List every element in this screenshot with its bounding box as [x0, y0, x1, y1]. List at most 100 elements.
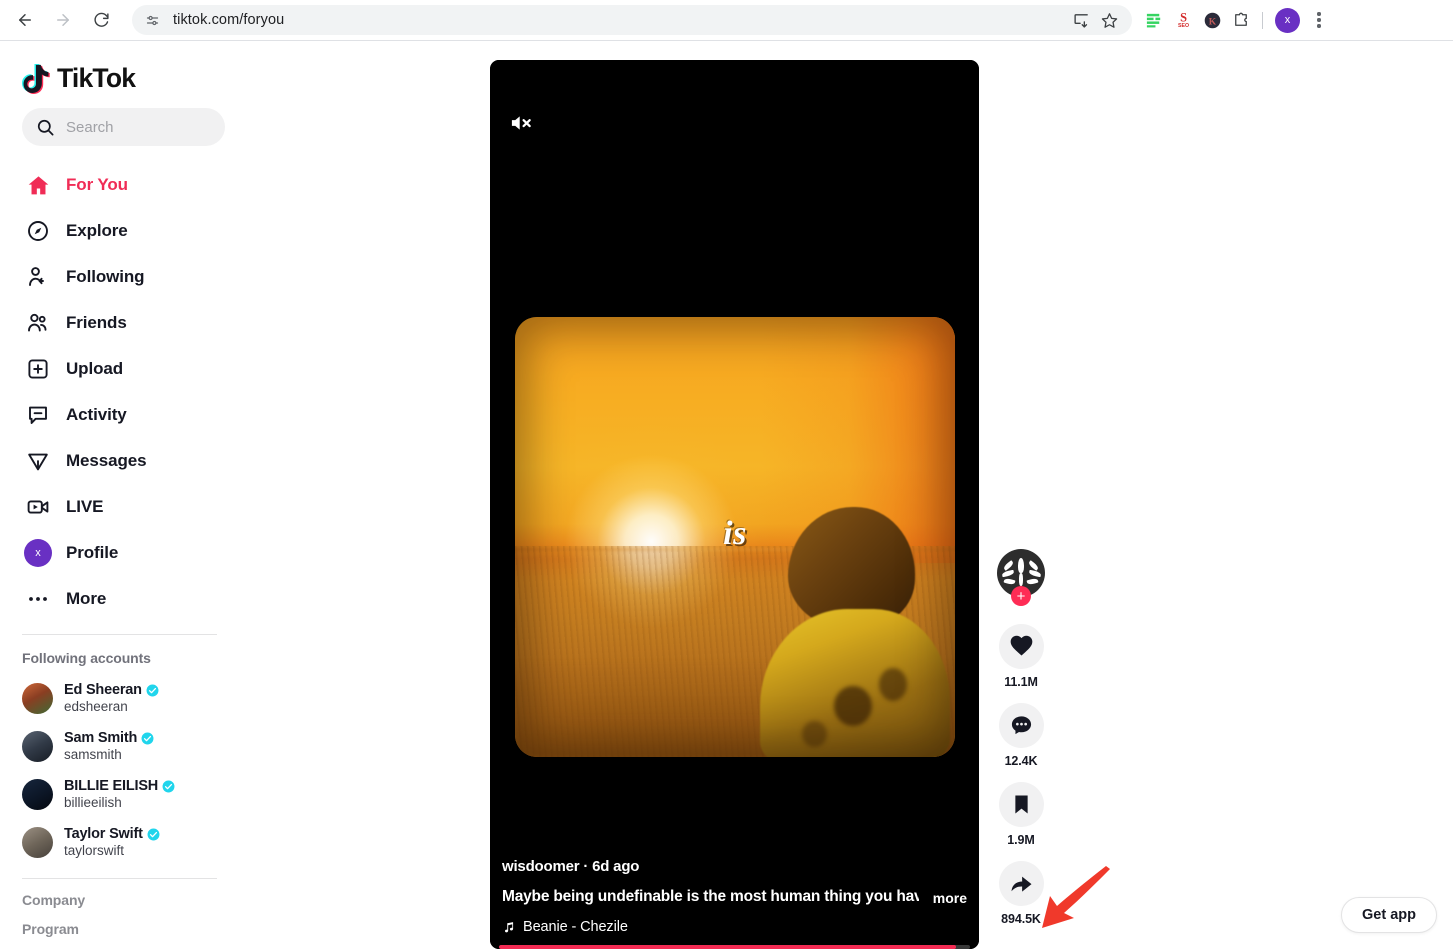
list-item[interactable]: Sam Smith samsmith	[22, 722, 240, 770]
sidebar-item-activity[interactable]: Activity	[22, 392, 240, 438]
following-accounts-list: Ed Sheeran edsheeran Sam Smith samsmith …	[22, 674, 240, 866]
svg-text:SEO: SEO	[1177, 23, 1188, 29]
compass-icon	[22, 215, 54, 247]
grammarly-extension-icon[interactable]	[1140, 6, 1168, 34]
share-count: 894.5K	[1001, 912, 1041, 926]
like-count: 11.1M	[1004, 675, 1038, 689]
bookmark-star-button[interactable]	[1096, 7, 1122, 33]
sidebar-item-explore[interactable]: Explore	[22, 208, 240, 254]
list-item[interactable]: BILLIE EILISH billieeilish	[22, 770, 240, 818]
video-music-row[interactable]: Beanie - Chezile	[502, 919, 967, 935]
live-video-icon	[22, 491, 54, 523]
sidebar-item-following[interactable]: Following	[22, 254, 240, 300]
verified-badge-icon	[147, 828, 160, 840]
sidebar-label: Profile	[66, 543, 119, 562]
tiktok-note-icon	[22, 63, 50, 94]
activity-icon	[22, 399, 54, 431]
profile-avatar: x	[24, 539, 52, 567]
music-note-icon	[504, 922, 514, 933]
install-app-button[interactable]	[1068, 7, 1094, 33]
search-box[interactable]	[22, 108, 225, 146]
comment-icon	[1011, 716, 1031, 735]
star-icon	[1101, 12, 1117, 28]
sidebar-item-friends[interactable]: Friends	[22, 300, 240, 346]
list-item[interactable]: Ed Sheeran edsheeran	[22, 674, 240, 722]
following-accounts-title: Following accounts	[22, 650, 151, 666]
get-app-button[interactable]: Get app	[1341, 897, 1437, 933]
share-button[interactable]: 894.5K	[998, 861, 1044, 926]
account-name: BILLIE EILISH	[64, 778, 175, 794]
install-app-icon	[1073, 13, 1088, 28]
verified-badge-icon	[141, 732, 154, 744]
address-bar[interactable]: tiktok.com/foryou	[132, 5, 1132, 35]
page-body: TikTok For You	[0, 41, 1453, 949]
chrome-menu-button[interactable]	[1306, 7, 1332, 33]
video-description-row: Maybe being undefinable is the most huma…	[502, 888, 967, 906]
sidebar-item-for-you[interactable]: For You	[22, 162, 240, 208]
sidebar-footer: Company Program	[22, 892, 240, 937]
sidebar-label: For You	[66, 175, 128, 194]
tiktok-logo[interactable]: TikTok	[22, 41, 240, 101]
sidebar-label: Following	[66, 267, 145, 286]
tune-icon[interactable]	[142, 10, 162, 30]
verified-badge-icon	[146, 684, 159, 696]
sidebar-label: Upload	[66, 359, 124, 378]
browser-toolbar: tiktok.com/foryou S SEO K x	[0, 0, 1453, 41]
sidebar-divider-2	[22, 878, 217, 879]
sidebar-item-profile[interactable]: x Profile	[22, 530, 240, 576]
author-avatar-button[interactable]: +	[997, 549, 1045, 606]
reload-button[interactable]	[86, 5, 116, 35]
mute-toggle-button[interactable]	[504, 106, 538, 140]
sidebar: TikTok For You	[0, 41, 240, 949]
back-button[interactable]	[10, 5, 40, 35]
sidebar-item-upload[interactable]: Upload	[22, 346, 240, 392]
kebab-menu-icon	[1317, 12, 1321, 28]
footer-link-company[interactable]: Company	[22, 892, 240, 908]
browser-profile-avatar[interactable]: x	[1275, 7, 1300, 33]
back-arrow-icon	[19, 14, 31, 26]
more-button[interactable]: more	[933, 890, 967, 906]
video-author[interactable]: wisdoomer · 6d ago	[502, 858, 967, 875]
account-name: Ed Sheeran	[64, 682, 159, 698]
video-info: wisdoomer · 6d ago Maybe being undefinab…	[490, 858, 979, 935]
comment-button[interactable]: 12.4K	[998, 703, 1044, 768]
reload-icon	[93, 12, 109, 27]
paper-plane-icon	[22, 445, 54, 477]
account-name: Sam Smith	[64, 730, 154, 746]
account-handle: taylorswift	[64, 843, 125, 858]
account-handle: billieeilish	[64, 795, 122, 810]
sidebar-item-more[interactable]: More	[22, 576, 240, 622]
bookmark-count: 1.9M	[1007, 833, 1035, 847]
search-input[interactable]	[66, 118, 206, 136]
video-player[interactable]: is wisdoomer · 6d ago Maybe being undefi…	[490, 60, 979, 949]
sidebar-divider	[22, 634, 217, 635]
speaker-muted-icon	[511, 116, 531, 130]
avatar	[22, 778, 53, 810]
forward-button[interactable]	[48, 5, 78, 35]
tiktok-wordmark: TikTok	[57, 62, 136, 93]
share-icon	[1011, 876, 1031, 892]
list-item[interactable]: Taylor Swift taylorswift	[22, 818, 240, 866]
forward-arrow-icon	[57, 14, 69, 26]
sidebar-label: Activity	[66, 405, 127, 424]
url-text: tiktok.com/foryou	[173, 12, 285, 28]
verified-badge-icon	[162, 780, 175, 792]
avatar	[22, 826, 53, 858]
upload-plus-icon	[22, 353, 54, 385]
sidebar-item-messages[interactable]: Messages	[22, 438, 240, 484]
like-button[interactable]: 11.1M	[998, 624, 1044, 689]
video-progress-bar[interactable]	[499, 945, 970, 949]
seo-extension-icon[interactable]: S SEO	[1169, 6, 1197, 34]
k-extension-icon[interactable]: K	[1198, 6, 1226, 34]
video-description: Maybe being undefinable is the most huma…	[502, 888, 919, 905]
puzzle-extensions-icon[interactable]	[1227, 6, 1255, 34]
follow-plus-badge[interactable]: +	[1011, 586, 1031, 606]
bookmark-button[interactable]: 1.9M	[998, 782, 1044, 847]
avatar	[22, 730, 53, 762]
sidebar-item-live[interactable]: LIVE	[22, 484, 240, 530]
svg-text:K: K	[1208, 17, 1216, 27]
bookmark-icon	[1014, 795, 1028, 814]
footer-link-program[interactable]: Program	[22, 921, 240, 937]
friends-icon	[22, 307, 54, 339]
user-follow-icon	[22, 261, 54, 293]
